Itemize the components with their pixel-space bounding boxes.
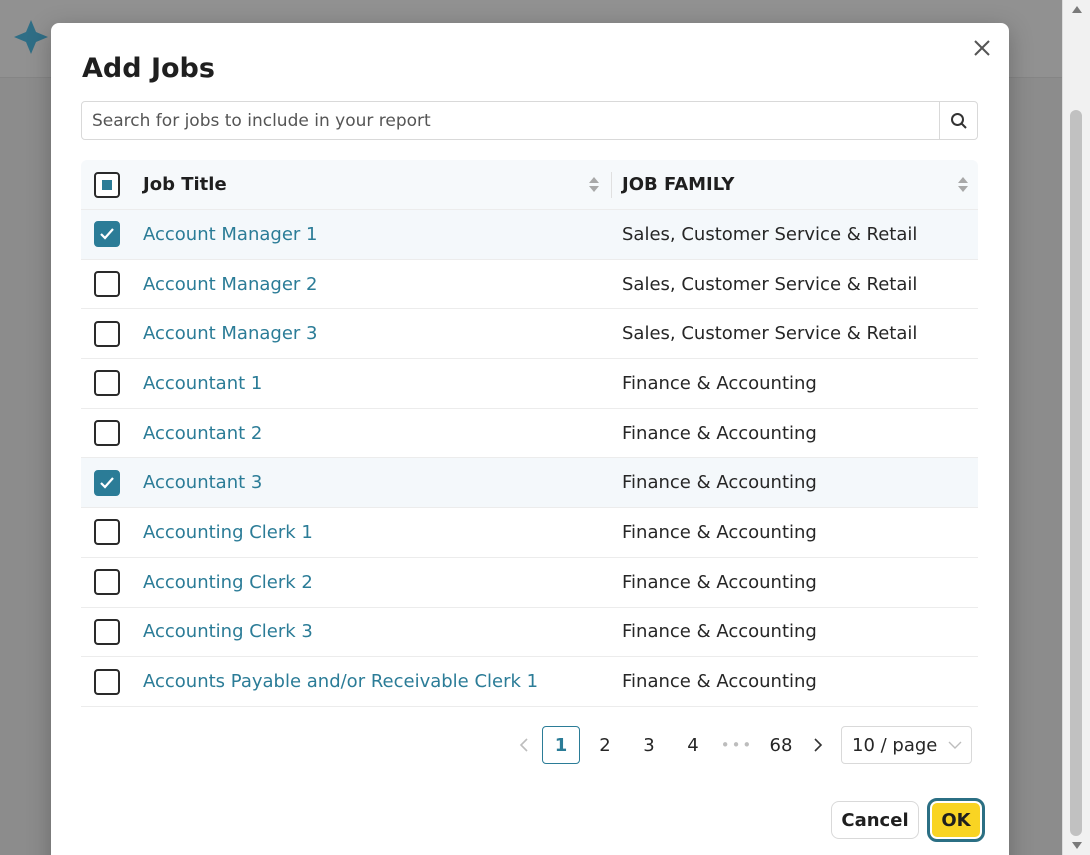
job-title-link[interactable]: Accountant 3	[133, 472, 611, 493]
row-checkbox-cell	[81, 519, 133, 546]
pagination: 1 2 3 4 ••• 68 10 / page	[509, 726, 972, 764]
row-checkbox[interactable]	[94, 569, 120, 596]
jobs-table: Job Title JOB FAMILY Account Manager 1 Sa…	[81, 160, 978, 707]
column-header-label: Job Title	[143, 174, 227, 195]
row-checkbox-cell	[81, 569, 133, 596]
row-checkbox[interactable]	[94, 519, 120, 546]
job-family-cell: Finance & Accounting	[622, 372, 817, 394]
job-family-cell: Sales, Customer Service & Retail	[622, 223, 918, 245]
search-button[interactable]	[939, 102, 977, 139]
chevron-left-icon	[519, 738, 528, 752]
page-3-button[interactable]: 3	[630, 726, 668, 764]
table-row[interactable]: Accountant 1 Finance & Accounting	[81, 359, 978, 409]
table-row[interactable]: Accounting Clerk 2 Finance & Accounting	[81, 558, 978, 608]
table-body: Account Manager 1 Sales, Customer Service…	[81, 210, 978, 707]
job-family-cell: Finance & Accounting	[622, 571, 817, 593]
scroll-down-arrow-icon[interactable]	[1072, 842, 1082, 849]
table-row[interactable]: Accounting Clerk 3 Finance & Accounting	[81, 608, 978, 658]
job-title-link[interactable]: Account Manager 1	[133, 224, 611, 245]
row-checkbox[interactable]	[94, 618, 120, 645]
table-row[interactable]: Accountant 3 Finance & Accounting	[81, 458, 978, 509]
chevron-down-icon	[948, 741, 962, 749]
search-input[interactable]	[82, 102, 939, 139]
modal-title: Add Jobs	[82, 53, 215, 84]
job-title-link[interactable]: Accountant 1	[133, 373, 611, 394]
row-checkbox[interactable]	[94, 668, 120, 695]
search-box	[81, 101, 978, 140]
row-checkbox-cell	[81, 668, 133, 695]
scroll-thumb[interactable]	[1070, 110, 1082, 836]
row-checkbox[interactable]	[94, 221, 120, 248]
page-scrollbar[interactable]	[1062, 0, 1090, 855]
ok-button[interactable]: OK	[927, 798, 985, 842]
job-title-link[interactable]: Accounting Clerk 3	[133, 621, 611, 642]
row-checkbox-cell	[81, 469, 133, 496]
row-checkbox[interactable]	[94, 271, 120, 298]
row-checkbox-cell	[81, 320, 133, 347]
job-family-cell: Finance & Accounting	[622, 621, 817, 643]
select-all-cell	[81, 171, 133, 198]
row-checkbox[interactable]	[94, 469, 120, 496]
table-row[interactable]: Accounting Clerk 1 Finance & Accounting	[81, 508, 978, 558]
row-checkbox[interactable]	[94, 320, 120, 347]
column-header-label: JOB FAMILY	[622, 174, 735, 195]
checkmark-icon	[100, 477, 114, 489]
row-checkbox-cell	[81, 618, 133, 645]
table-row[interactable]: Account Manager 1 Sales, Customer Service…	[81, 210, 978, 260]
job-family-cell: Finance & Accounting	[622, 472, 817, 494]
table-row[interactable]: Account Manager 2 Sales, Customer Service…	[81, 260, 978, 310]
sort-icon[interactable]	[589, 177, 599, 192]
job-title-link[interactable]: Account Manager 2	[133, 274, 611, 295]
table-row[interactable]: Accounts Payable and/or Receivable Clerk…	[81, 657, 978, 707]
job-family-cell: Sales, Customer Service & Retail	[622, 323, 918, 345]
row-checkbox-cell	[81, 271, 133, 298]
sort-icon[interactable]	[958, 177, 968, 192]
column-header-job-family[interactable]: JOB FAMILY	[611, 174, 978, 195]
next-page-button[interactable]	[803, 726, 833, 764]
job-family-cell: Finance & Accounting	[622, 422, 817, 444]
row-checkbox-cell	[81, 370, 133, 397]
row-checkbox-cell	[81, 420, 133, 447]
page-size-select[interactable]: 10 / page	[841, 726, 972, 764]
job-family-cell: Finance & Accounting	[622, 671, 817, 693]
job-title-link[interactable]: Account Manager 3	[133, 323, 611, 344]
cancel-button[interactable]: Cancel	[831, 801, 919, 839]
prev-page-button[interactable]	[509, 726, 539, 764]
row-checkbox[interactable]	[94, 370, 120, 397]
close-icon	[974, 40, 990, 56]
table-row[interactable]: Account Manager 3 Sales, Customer Service…	[81, 309, 978, 360]
page-1-button[interactable]: 1	[542, 726, 580, 764]
page-4-button[interactable]: 4	[674, 726, 712, 764]
row-checkbox-cell	[81, 221, 133, 248]
job-title-link[interactable]: Accounts Payable and/or Receivable Clerk…	[133, 671, 611, 692]
column-divider	[611, 172, 612, 198]
checkmark-icon	[100, 228, 114, 240]
page-jump-ellipsis[interactable]: •••	[718, 726, 756, 764]
scroll-up-arrow-icon[interactable]	[1072, 6, 1082, 13]
close-button[interactable]	[971, 37, 993, 59]
select-all-checkbox[interactable]	[94, 171, 120, 198]
job-family-cell: Sales, Customer Service & Retail	[622, 273, 918, 295]
add-jobs-modal: Add Jobs Job Title JOB FAMILY Accoun	[51, 23, 1009, 855]
job-family-cell: Finance & Accounting	[622, 521, 817, 543]
search-icon	[950, 112, 967, 129]
app-logo-icon	[14, 20, 48, 54]
page-last-button[interactable]: 68	[762, 726, 800, 764]
page-2-button[interactable]: 2	[586, 726, 624, 764]
column-header-job-title[interactable]: Job Title	[133, 174, 611, 195]
job-title-link[interactable]: Accounting Clerk 1	[133, 522, 611, 543]
table-header: Job Title JOB FAMILY	[81, 160, 978, 210]
job-title-link[interactable]: Accountant 2	[133, 423, 611, 444]
chevron-right-icon	[814, 738, 823, 752]
row-checkbox[interactable]	[94, 420, 120, 447]
table-row[interactable]: Accountant 2 Finance & Accounting	[81, 409, 978, 459]
page-size-value: 10 / page	[852, 734, 938, 756]
job-title-link[interactable]: Accounting Clerk 2	[133, 572, 611, 593]
